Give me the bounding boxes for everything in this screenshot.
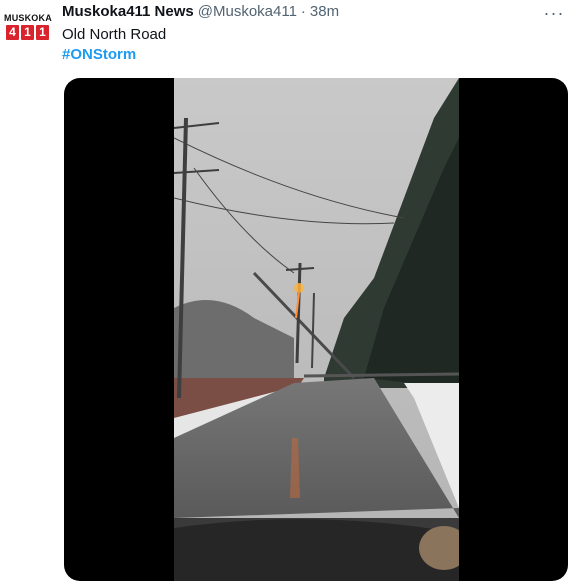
storm-road-video-frame <box>174 78 459 581</box>
user-handle[interactable]: @Muskoka411 <box>198 3 297 20</box>
display-name[interactable]: Muskoka411 News <box>62 3 194 20</box>
video-player[interactable] <box>64 78 568 581</box>
avatar-digit: 4 <box>6 25 19 40</box>
more-options-icon[interactable]: ··· <box>541 2 567 24</box>
avatar[interactable]: MUSKOKA 4 1 1 <box>4 10 52 56</box>
tweet-card[interactable]: MUSKOKA 4 1 1 Muskoka411 News @Muskoka41… <box>0 0 577 587</box>
tweet-text: Old North Road <box>62 26 167 43</box>
avatar-digit: 1 <box>21 25 34 40</box>
avatar-brand-text: MUSKOKA <box>4 13 52 23</box>
avatar-digit: 1 <box>36 25 49 40</box>
separator-dot: · <box>300 3 306 20</box>
avatar-digits: 4 1 1 <box>6 25 49 40</box>
timestamp[interactable]: 38m <box>310 3 339 20</box>
hashtag-link[interactable]: #ONStorm <box>62 46 136 63</box>
tweet-header: Muskoka411 News @Muskoka411 · 38m <box>62 3 339 20</box>
